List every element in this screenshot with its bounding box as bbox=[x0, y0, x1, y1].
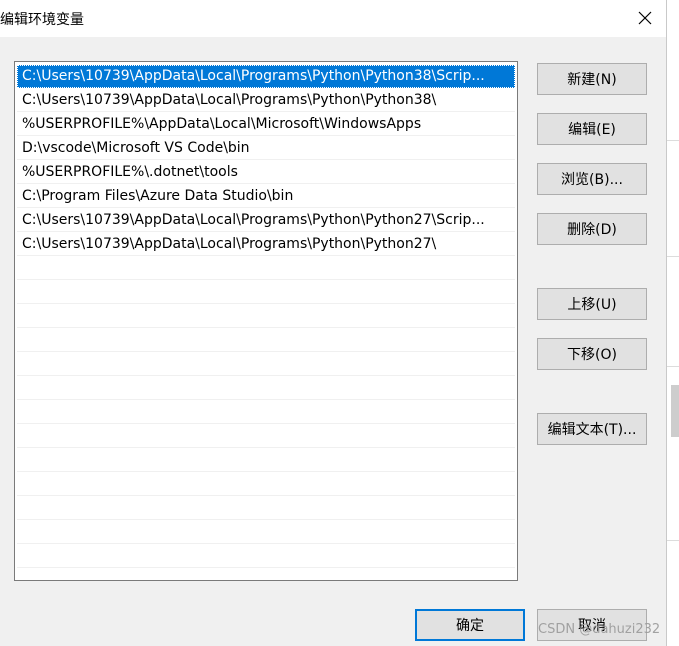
path-list-empty-row[interactable] bbox=[17, 449, 515, 472]
path-list-item[interactable]: C:\Program Files\Azure Data Studio\bin bbox=[17, 185, 515, 208]
path-list-empty-row[interactable] bbox=[17, 521, 515, 544]
path-list-item[interactable]: %USERPROFILE%\.dotnet\tools bbox=[17, 161, 515, 184]
path-list-empty-row[interactable] bbox=[17, 305, 515, 328]
browse-button[interactable]: 浏览(B)... bbox=[537, 163, 647, 195]
path-list-item[interactable]: C:\Users\10739\AppData\Local\Programs\Py… bbox=[17, 209, 515, 232]
background-window-edge bbox=[667, 0, 679, 646]
path-list-empty-row[interactable] bbox=[17, 401, 515, 424]
path-list-item[interactable]: C:\Users\10739\AppData\Local\Programs\Py… bbox=[17, 233, 515, 256]
background-divider bbox=[667, 256, 679, 257]
path-list-item-text: C:\Users\10739\AppData\Local\Programs\Py… bbox=[22, 92, 437, 108]
move-down-button[interactable]: 下移(O) bbox=[537, 338, 647, 370]
path-list-empty-row[interactable] bbox=[17, 473, 515, 496]
path-list-item-text: %USERPROFILE%\AppData\Local\Microsoft\Wi… bbox=[22, 116, 422, 132]
path-list[interactable]: C:\Users\10739\AppData\Local\Programs\Py… bbox=[14, 61, 518, 581]
edit-env-var-dialog: 编辑环境变量 C:\Users\10739\AppData\Local\Prog… bbox=[0, 0, 667, 646]
path-list-empty-row[interactable] bbox=[17, 353, 515, 376]
move-up-button[interactable]: 上移(U) bbox=[537, 288, 647, 320]
path-list-item[interactable]: C:\Users\10739\AppData\Local\Programs\Py… bbox=[17, 65, 515, 88]
close-icon bbox=[638, 11, 652, 25]
path-list-item-text: D:\vscode\Microsoft VS Code\bin bbox=[22, 140, 250, 156]
ok-button[interactable]: 确定 bbox=[415, 609, 525, 641]
path-list-empty-row[interactable] bbox=[17, 329, 515, 352]
edit-button[interactable]: 编辑(E) bbox=[537, 113, 647, 145]
path-list-item-text: C:\Program Files\Azure Data Studio\bin bbox=[22, 188, 294, 204]
background-divider bbox=[667, 540, 679, 541]
path-list-item-text: C:\Users\10739\AppData\Local\Programs\Py… bbox=[22, 236, 437, 252]
close-button[interactable] bbox=[626, 2, 664, 34]
path-list-item[interactable]: D:\vscode\Microsoft VS Code\bin bbox=[17, 137, 515, 160]
dialog-title: 编辑环境变量 bbox=[0, 12, 84, 28]
path-list-empty-row[interactable] bbox=[17, 497, 515, 520]
path-list-item[interactable]: C:\Users\10739\AppData\Local\Programs\Py… bbox=[17, 89, 515, 112]
path-list-item-text: C:\Users\10739\AppData\Local\Programs\Py… bbox=[22, 212, 485, 228]
path-list-empty-row[interactable] bbox=[17, 281, 515, 304]
path-list-empty-row[interactable] bbox=[17, 425, 515, 448]
watermark: CSDN @dahuzi232 bbox=[538, 622, 661, 637]
new-button[interactable]: 新建(N) bbox=[537, 63, 647, 95]
path-list-empty-row[interactable] bbox=[17, 377, 515, 400]
title-bar: 编辑环境变量 bbox=[0, 0, 666, 37]
edit-text-button[interactable]: 编辑文本(T)... bbox=[537, 413, 647, 445]
path-list-item[interactable]: %USERPROFILE%\AppData\Local\Microsoft\Wi… bbox=[17, 113, 515, 136]
path-list-item-text: %USERPROFILE%\.dotnet\tools bbox=[22, 164, 238, 180]
background-scrollbar-thumb bbox=[671, 385, 679, 437]
path-list-empty-row[interactable] bbox=[17, 257, 515, 280]
path-list-item-text: C:\Users\10739\AppData\Local\Programs\Py… bbox=[22, 68, 485, 84]
background-divider bbox=[667, 366, 679, 367]
path-list-empty-row[interactable] bbox=[17, 545, 515, 568]
background-divider bbox=[667, 140, 679, 141]
delete-button[interactable]: 删除(D) bbox=[537, 213, 647, 245]
